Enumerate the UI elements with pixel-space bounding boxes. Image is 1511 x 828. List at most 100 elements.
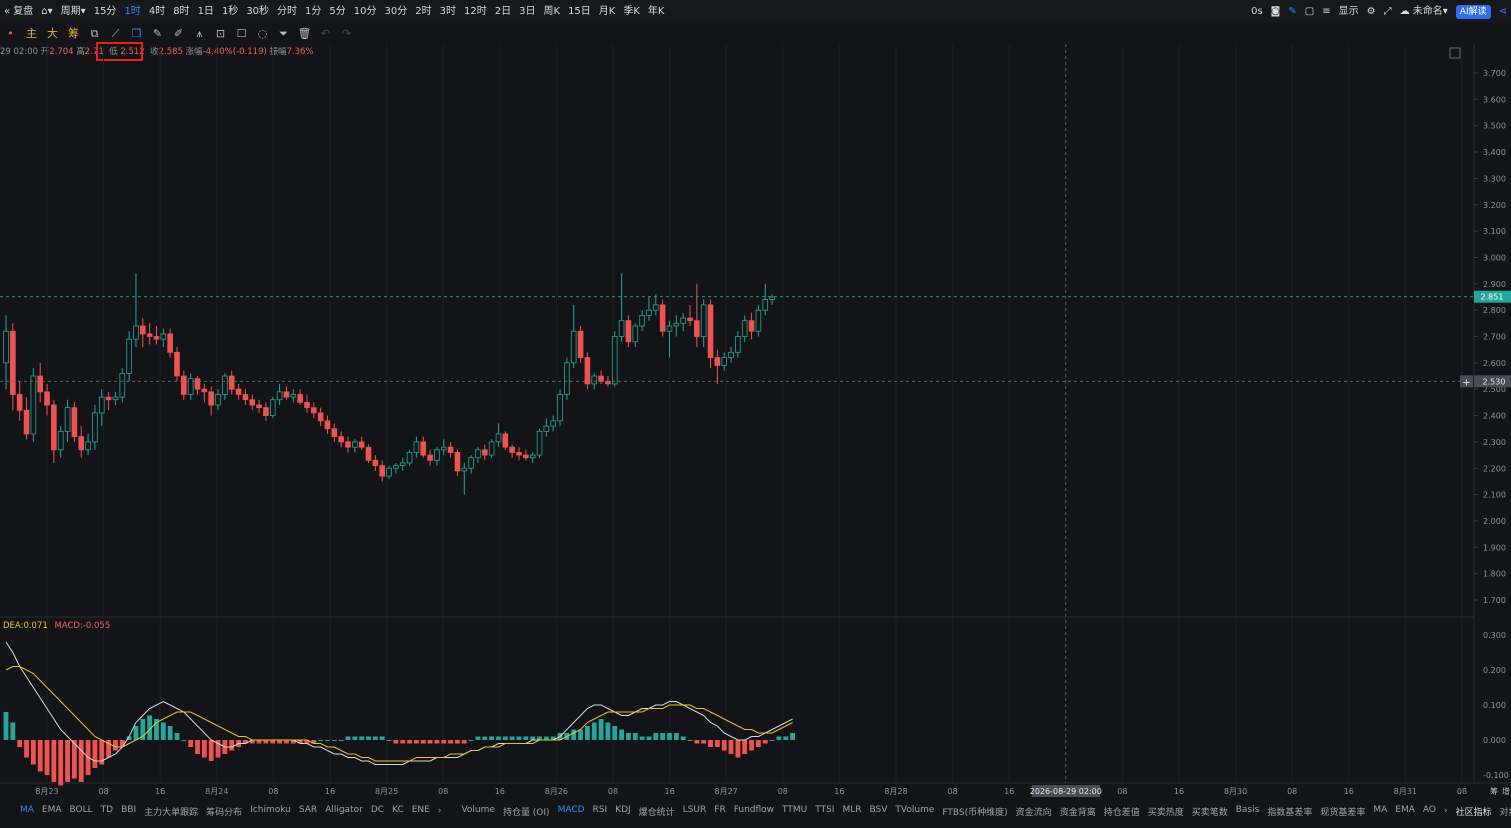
sub-indicator-10[interactable]: TTSI xyxy=(811,805,838,818)
sub-indicator-8[interactable]: Fundflow xyxy=(730,805,778,818)
price-tick-label: 2.400 xyxy=(1483,412,1506,421)
candle-body xyxy=(618,320,625,337)
candle-body xyxy=(317,412,324,422)
sub-indicator-17[interactable]: 持仓差值 xyxy=(1100,805,1144,818)
macd-histogram-bar xyxy=(482,736,488,740)
main-indicator-0[interactable]: MA xyxy=(16,805,38,818)
macd-histogram-bar xyxy=(10,722,16,740)
candle-body xyxy=(516,452,522,456)
macd-histogram-bar xyxy=(325,740,330,741)
macd-histogram-bar xyxy=(516,736,522,740)
sub-indicator-7[interactable]: FR xyxy=(710,805,729,818)
time-tick-label: 16 xyxy=(155,787,165,796)
crosshair-time-label: 2026-08-29 02:00 xyxy=(1030,787,1102,796)
macd-histogram-bar xyxy=(455,740,460,744)
candle-body xyxy=(78,436,85,451)
main-indicator-9[interactable]: Alligator xyxy=(321,805,367,818)
main-indicator-3[interactable]: TD xyxy=(97,805,117,818)
sub-indicator-13[interactable]: TVolume xyxy=(891,805,938,818)
main-indicator-4[interactable]: BBI xyxy=(117,805,140,818)
main-indicator-2[interactable]: BOLL xyxy=(66,805,97,818)
candle-body xyxy=(434,449,440,461)
price-tick-label: 2.300 xyxy=(1483,438,1506,447)
candle-body xyxy=(160,333,167,340)
macd-histogram-bar xyxy=(742,740,748,754)
sub-indicator-23[interactable]: MA xyxy=(1369,805,1391,818)
sub-indicator-6[interactable]: LSUR xyxy=(679,805,711,818)
candle-body xyxy=(611,336,618,385)
candle-body xyxy=(536,430,543,456)
main-indicator-5[interactable]: 主力大单跟踪 xyxy=(140,805,202,818)
price-tick-label: 1.900 xyxy=(1483,543,1506,552)
sub-indicator-1[interactable]: 持仓量 (OI) xyxy=(499,805,554,818)
candle-body xyxy=(222,375,228,395)
sub-indicator-4[interactable]: KDJ xyxy=(611,805,635,818)
indicator-bar: MA EMA BOLL TD BBI 主力大单跟踪 筹码分布 Ichimoku SAR Allig… xyxy=(0,801,1511,821)
main-indicator-10[interactable]: DC xyxy=(367,805,388,818)
macd-histogram-bar xyxy=(386,740,392,741)
sub-indicator-24[interactable]: EMA xyxy=(1391,805,1419,818)
macd-histogram-bar xyxy=(639,736,645,740)
candle-body xyxy=(570,330,577,364)
sub-indicator-5[interactable]: 爆仓统计 xyxy=(635,805,679,818)
candle-body xyxy=(324,420,331,430)
macd-histogram-bar xyxy=(434,740,440,744)
macd-histogram-bar xyxy=(420,740,426,744)
candle-body xyxy=(495,433,502,443)
main-indicator-12[interactable]: ENE xyxy=(408,805,434,818)
candle-body xyxy=(454,452,461,472)
sub-indicator-15[interactable]: 资金流向 xyxy=(1012,805,1056,818)
main-indicator-7[interactable]: Ichimoku xyxy=(246,805,295,818)
main-indicator-1[interactable]: EMA xyxy=(38,805,66,818)
candle-body xyxy=(427,454,433,461)
sub-indicator-11[interactable]: MLR xyxy=(838,805,865,818)
sub-indicator-12[interactable]: BSV xyxy=(866,805,892,818)
log-toggle[interactable]: 对数 xyxy=(1496,805,1511,818)
sub-indicator-3[interactable]: RSI xyxy=(589,805,612,818)
sub-indicator-14[interactable]: FTBS(币种维度) xyxy=(938,805,1011,818)
sub-indicator-20[interactable]: Basis xyxy=(1232,805,1264,818)
macd-histogram-bar xyxy=(543,736,549,740)
candle-body xyxy=(119,372,126,398)
candle-body xyxy=(290,394,297,398)
macd-histogram-bar xyxy=(776,736,782,740)
macd-histogram-bar xyxy=(174,733,180,740)
sub-indicator-25[interactable]: AO xyxy=(1419,805,1440,818)
candle-body xyxy=(181,375,187,395)
macd-histogram-bar xyxy=(263,740,269,744)
candle-body xyxy=(413,441,420,453)
sub-indicator-18[interactable]: 买卖热度 xyxy=(1144,805,1188,818)
sub-indicator-21[interactable]: 指数基差率 xyxy=(1263,805,1316,818)
macd-histogram-bar xyxy=(502,736,508,740)
price-tick-label: 3.100 xyxy=(1483,227,1506,236)
time-tick-label: 08 xyxy=(778,787,788,796)
sub-indicator-19[interactable]: 买卖笔数 xyxy=(1188,805,1232,818)
candle-body xyxy=(352,441,358,448)
candle-body xyxy=(358,441,365,448)
price-tick-label: 2.800 xyxy=(1483,306,1506,315)
macd-histogram-bar xyxy=(585,726,590,740)
sub-indicator-16[interactable]: 资金背离 xyxy=(1056,805,1100,818)
sub-indicator-2[interactable]: MACD xyxy=(554,805,589,818)
sub-indicator-22[interactable]: 现货基差率 xyxy=(1316,805,1369,818)
time-tick-label: 08 xyxy=(608,787,618,796)
candle-body xyxy=(762,299,769,311)
sub-indicator-0[interactable]: Volume xyxy=(457,805,498,818)
candle-body xyxy=(748,320,755,332)
macd-histogram-bar xyxy=(626,733,631,740)
candle-body xyxy=(509,446,515,453)
price-tick-label: 3.500 xyxy=(1483,122,1506,131)
community-indicators-button[interactable]: 社区指标 xyxy=(1452,805,1496,818)
candle-body xyxy=(625,320,632,343)
main-indicator-8[interactable]: SAR xyxy=(295,805,321,818)
price-tick-label: 3.400 xyxy=(1483,148,1506,157)
macd-histogram-bar xyxy=(735,740,741,758)
main-indicator-11[interactable]: KC xyxy=(388,805,408,818)
macd-histogram-bar xyxy=(65,740,70,782)
more-right-icon[interactable]: › xyxy=(1440,806,1452,816)
more-arrow-icon[interactable]: › xyxy=(434,806,446,816)
candle-body xyxy=(584,357,591,385)
candlestick-chart[interactable]: 3.700 3.600 3.500 3.400 3.300 3.200 3.100 3.000… xyxy=(0,0,1511,800)
sub-indicator-9[interactable]: TTMU xyxy=(778,805,811,818)
main-indicator-6[interactable]: 筹码分布 xyxy=(202,805,246,818)
